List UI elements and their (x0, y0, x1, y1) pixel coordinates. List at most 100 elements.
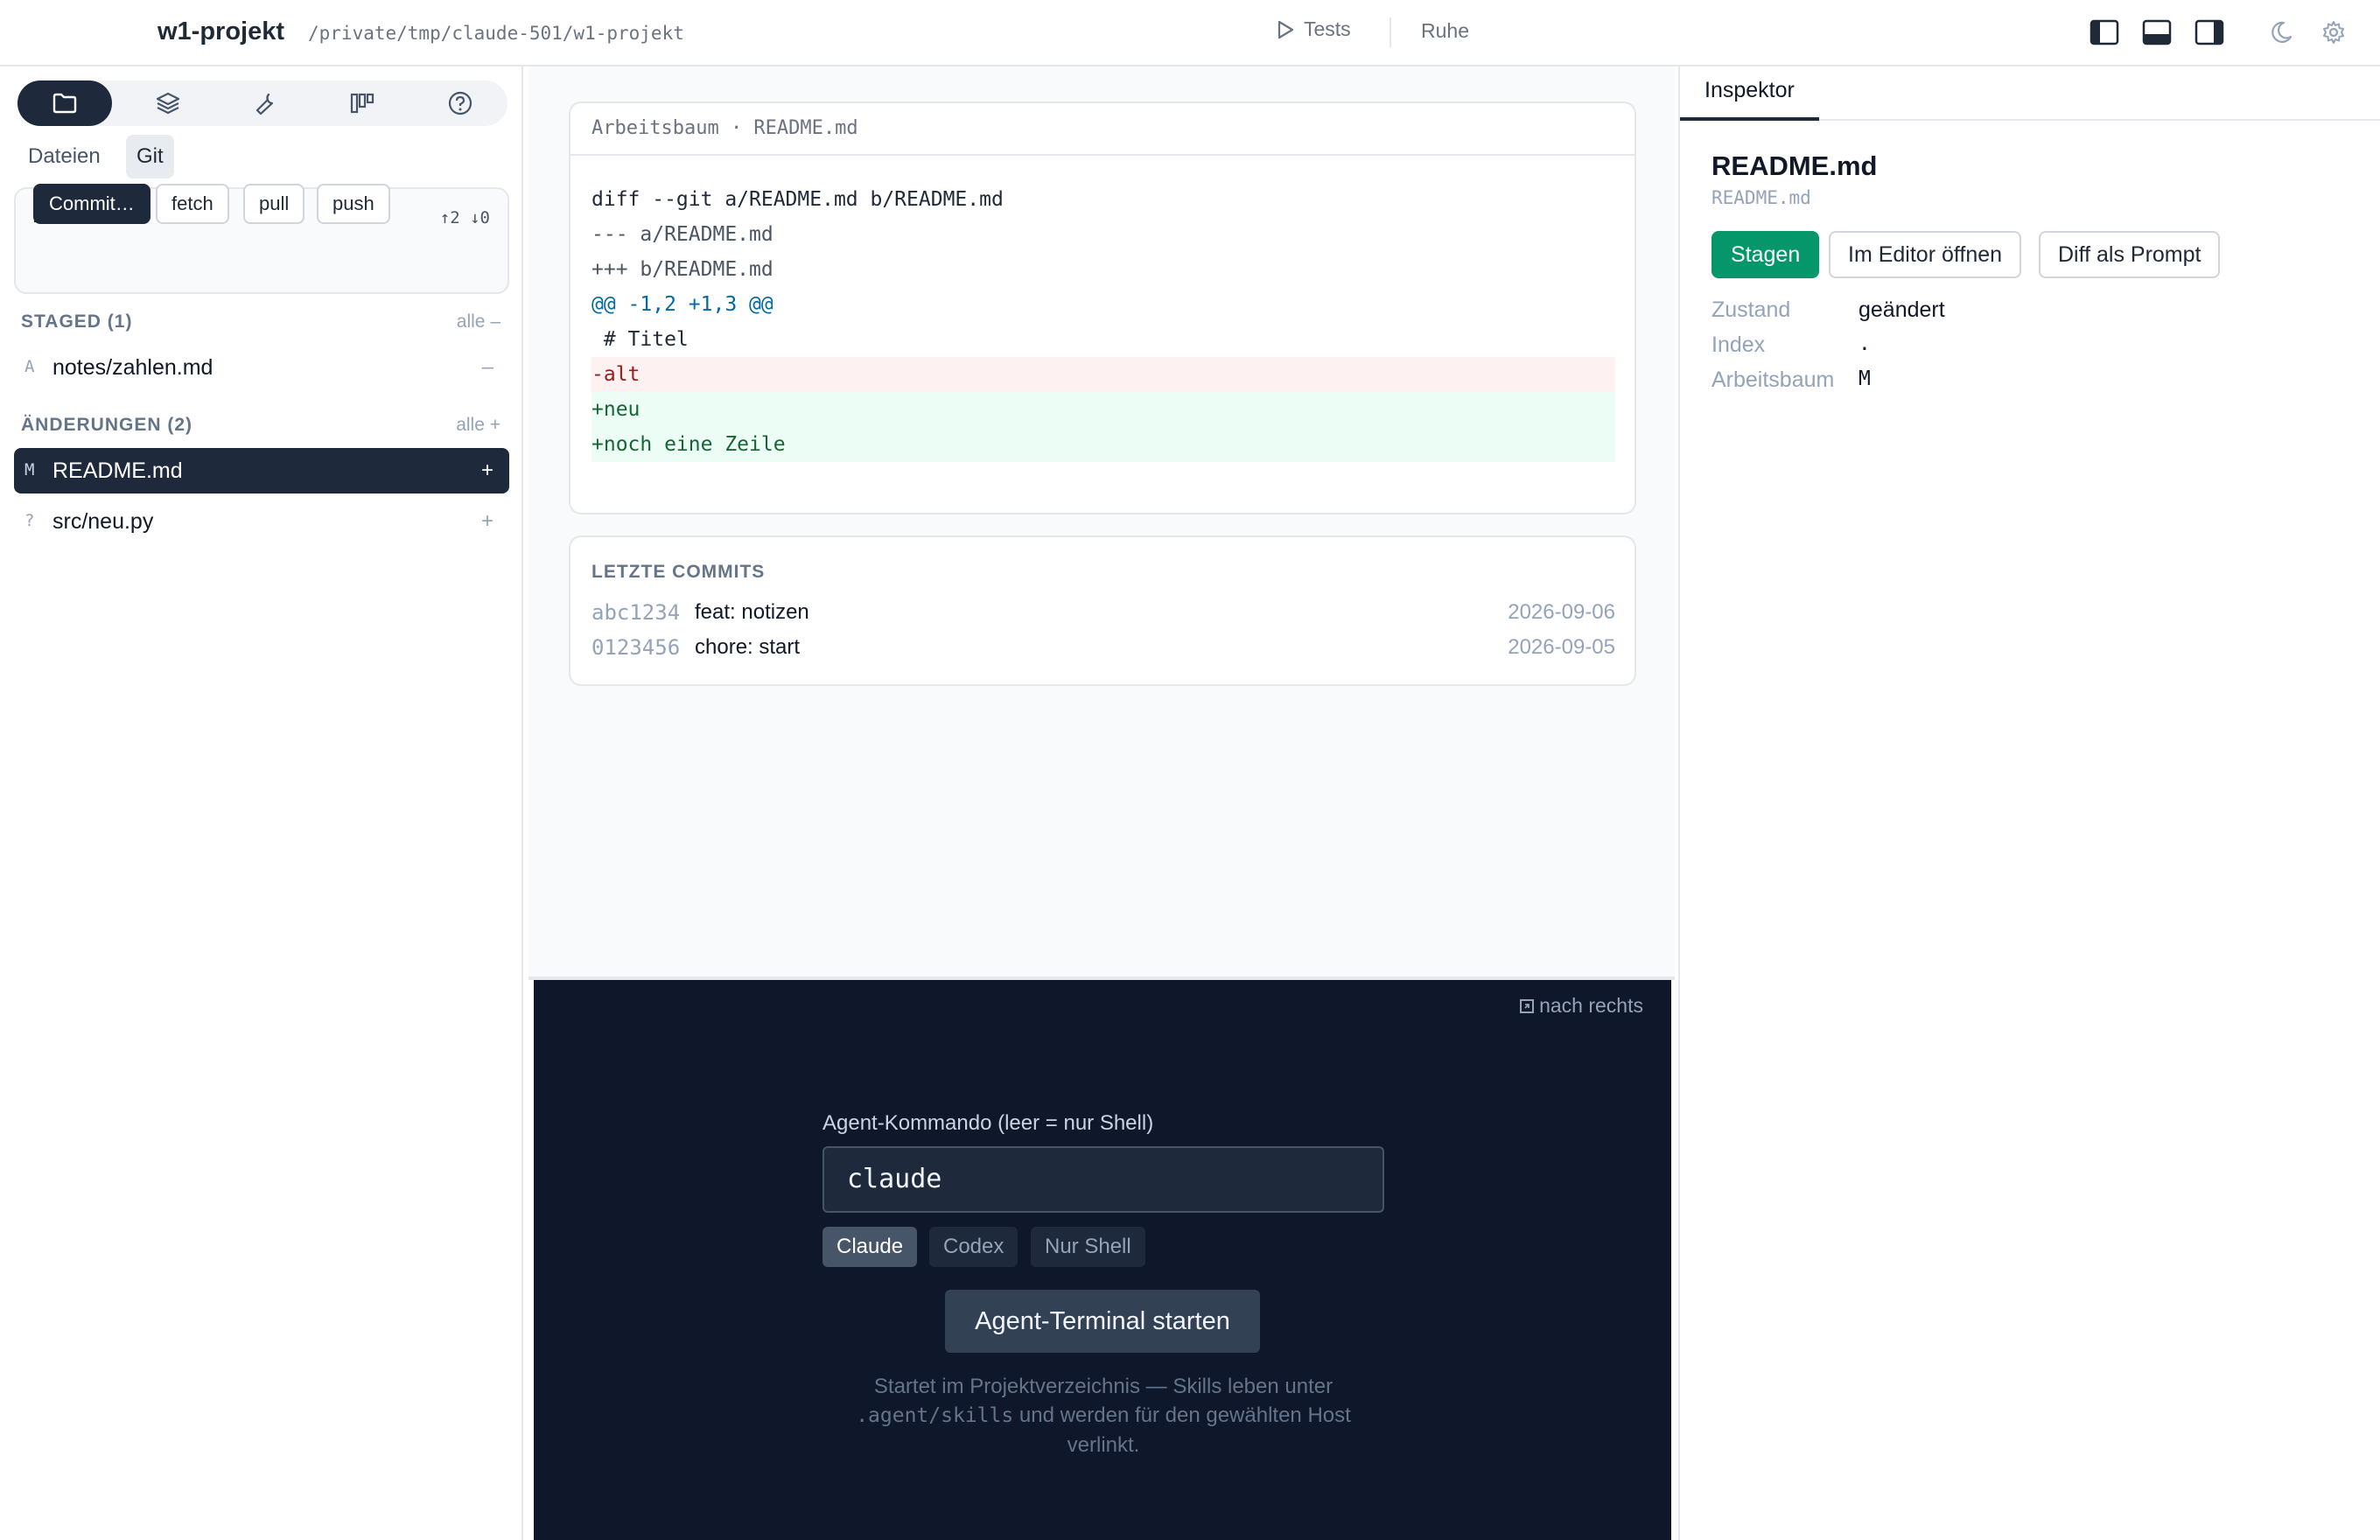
file-status: M (24, 460, 35, 480)
recent-commits-title: LETZTE COMMITS (592, 562, 766, 582)
unstage-all-button[interactable]: alle – (457, 312, 500, 332)
staged-section-title: STAGED (1) (21, 312, 133, 332)
field-row: Arbeitsbaum M (1712, 368, 2324, 402)
tests-label: Tests (1304, 18, 1351, 40)
toggle-right-panel-icon[interactable] (2194, 19, 2224, 46)
changed-file-row[interactable]: M README.md + (14, 448, 509, 494)
stage-file-button[interactable]: + (481, 458, 494, 483)
host-claude-button[interactable]: Claude (822, 1227, 918, 1267)
tab-inspektor[interactable]: Inspektor (1680, 66, 1819, 121)
agent-terminal-panel: nach rechts Agent-Kommando (leer = nur S… (534, 980, 1671, 1540)
left-sidebar: Dateien Git main ↑2 ↓0 Commit… fetch pul… (0, 66, 523, 1540)
fetch-button[interactable]: fetch (156, 184, 229, 224)
view-help-button[interactable] (413, 80, 508, 126)
skills-path: .agent/skills (856, 1404, 1014, 1427)
diff-line: --- a/README.md (592, 223, 774, 246)
file-name: README.md (52, 458, 183, 483)
commit-date: 2026-09-05 (1508, 635, 1615, 659)
agent-command-input[interactable]: claude (822, 1146, 1384, 1213)
stage-button[interactable]: Stagen (1712, 231, 1820, 278)
field-value: geändert (1858, 298, 1945, 322)
push-button[interactable]: push (317, 184, 390, 224)
inspector-path: README.md (1712, 187, 1811, 208)
branch-card: main ↑2 ↓0 Commit… fetch pull push (14, 184, 509, 294)
diff-added-line: +neu (592, 392, 1615, 427)
agent-command-label: Agent-Kommando (leer = nur Shell) (822, 1111, 1154, 1135)
inspector-tabs: Inspektor (1680, 66, 2380, 121)
inspector-title: README.md (1712, 150, 1878, 181)
changed-file-row[interactable]: ? src/neu.py + (14, 499, 509, 544)
diff-view: diff --git a/README.md b/README.md --- a… (592, 182, 1615, 462)
help-icon (448, 91, 472, 116)
dock-label: nach rechts (1539, 994, 1643, 1017)
file-status: ? (24, 511, 35, 530)
stage-all-button[interactable]: alle + (456, 415, 500, 436)
field-value: M (1858, 368, 1871, 390)
top-bar: w1-projekt /private/tmp/claude-501/w1-pr… (0, 0, 2380, 66)
open-in-editor-button[interactable]: Im Editor öffnen (1829, 231, 2022, 278)
diff-header-label: Arbeitsbaum · README.md (592, 117, 858, 139)
field-key: Index (1712, 332, 1766, 357)
tab-git[interactable]: Git (126, 135, 174, 178)
dock-icon (1520, 998, 1535, 1013)
project-title: w1-projekt (158, 18, 285, 46)
commit-hash: 0123456 (592, 635, 681, 660)
wrench-icon (256, 93, 274, 116)
header-divider (1390, 18, 1391, 47)
dock-right-button[interactable]: nach rechts (1520, 994, 1643, 1018)
diff-line: +++ b/README.md (592, 258, 774, 281)
diff-as-prompt-button[interactable]: Diff als Prompt (2039, 231, 2221, 278)
hint-text-end: und werden für den gewählten Host verlin… (1018, 1404, 1351, 1457)
terminal-hint: Startet im Projektverzeichnis — Skills l… (822, 1372, 1384, 1460)
recent-commits-card: LETZTE COMMITS abc1234 feat: notizen 202… (569, 536, 1636, 686)
file-name: src/neu.py (52, 509, 154, 534)
pull-button[interactable]: pull (243, 184, 305, 224)
kanban-board-icon (350, 93, 374, 114)
view-files-button[interactable] (18, 80, 112, 126)
unstage-file-button[interactable]: – (482, 355, 494, 380)
play-icon (1278, 20, 1294, 38)
commit-row[interactable]: abc1234 feat: notizen 2026-09-06 (592, 597, 1615, 628)
diff-added-line: +noch eine Zeile (592, 427, 1615, 462)
commit-button[interactable]: Commit… (33, 184, 150, 224)
field-value: . (1858, 332, 1871, 355)
settings-gear-icon[interactable] (2319, 19, 2348, 46)
host-codex-button[interactable]: Codex (929, 1227, 1018, 1267)
view-tools-button[interactable] (219, 80, 313, 126)
start-agent-terminal-button[interactable]: Agent-Terminal starten (945, 1290, 1260, 1353)
view-layers-button[interactable] (121, 80, 215, 126)
diff-line: diff --git a/README.md b/README.md (592, 188, 1004, 211)
stage-file-button[interactable]: + (481, 509, 494, 534)
field-row: Index . (1712, 332, 2324, 368)
tab-dateien[interactable]: Dateien (18, 135, 111, 178)
ahead-behind-counter: ↑2 ↓0 (439, 208, 490, 228)
main-content: Arbeitsbaum · README.md diff --git a/REA… (528, 66, 1675, 976)
diff-card: Arbeitsbaum · README.md diff --git a/REA… (569, 102, 1636, 514)
diff-hunk-header: @@ -1,2 +1,3 @@ (592, 293, 774, 316)
project-path: /private/tmp/claude-501/w1-projekt (308, 23, 684, 44)
toggle-left-panel-icon[interactable] (2090, 19, 2119, 46)
file-status: A (24, 357, 35, 376)
diff-header: Arbeitsbaum · README.md (570, 103, 1634, 156)
commit-date: 2026-09-06 (1508, 600, 1615, 624)
inspector-panel: Inspektor README.md README.md Stagen Im … (1678, 66, 2380, 1540)
run-status: Ruhe (1421, 19, 1469, 42)
layers-icon (156, 92, 180, 115)
file-name: notes/zahlen.md (52, 355, 214, 380)
diff-context-line: # Titel (592, 328, 689, 351)
commit-message: feat: notizen (695, 600, 809, 624)
field-key: Arbeitsbaum (1712, 368, 1835, 392)
toggle-bottom-panel-icon[interactable] (2142, 19, 2172, 46)
tests-button[interactable]: Tests (1276, 18, 1351, 41)
view-board-button[interactable] (315, 80, 410, 126)
sidebar-view-switcher (18, 80, 508, 126)
changes-section-title: ÄNDERUNGEN (2) (21, 415, 193, 435)
dark-mode-icon[interactable] (2266, 19, 2296, 46)
folder-icon (52, 93, 77, 114)
field-row: Zustand geändert (1712, 298, 2324, 332)
commit-message: chore: start (695, 635, 801, 659)
commit-row[interactable]: 0123456 chore: start 2026-09-05 (592, 632, 1615, 663)
staged-file-row[interactable]: A notes/zahlen.md – (14, 345, 509, 390)
commit-hash: abc1234 (592, 600, 681, 625)
host-shell-only-button[interactable]: Nur Shell (1031, 1227, 1145, 1267)
